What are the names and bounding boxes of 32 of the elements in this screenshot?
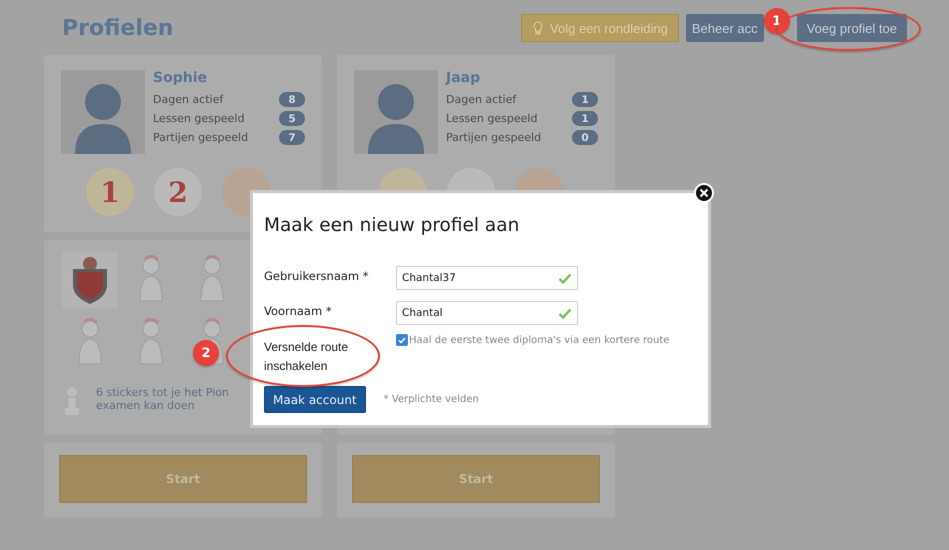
medal: 2 (154, 168, 202, 216)
checkbox-label: Haal de eerste twee diploma's via een kortere route (409, 334, 670, 346)
header-button[interactable]: Beheer acc (686, 14, 764, 42)
stat-label: Dagen actief (446, 93, 516, 106)
stat-label: Lessen gespeeld (446, 112, 538, 125)
start-button[interactable]: Start (352, 455, 600, 503)
required-note: * Verplichte velden (384, 394, 479, 405)
field-label: Gebruikersnaam * (264, 268, 370, 283)
stat-count: 5 (279, 111, 305, 126)
stat-count: 8 (279, 92, 305, 107)
create-account-button[interactable]: Maak account (264, 386, 366, 413)
dialog-title: Maak een nieuw profiel aan (264, 215, 520, 236)
stat-count: 1 (572, 111, 598, 126)
header-button[interactable]: Voeg profiel toe (796, 14, 907, 42)
stat-count: 7 (279, 130, 305, 145)
profile-name: Sophie (153, 70, 208, 86)
stat-count: 0 (572, 130, 598, 145)
page-title: Profielen (62, 16, 174, 40)
field-label: Voornaam * (264, 303, 333, 318)
profile-name: Jaap (446, 70, 482, 86)
option-label: Versnelde route inschakelen (264, 339, 350, 375)
stat-count: 1 (572, 92, 598, 107)
stat-label: Partijen gespeeld (153, 131, 248, 144)
stat-label: Partijen gespeeld (446, 131, 542, 144)
input-field[interactable]: Chantal37 (396, 266, 578, 290)
stat-label: Lessen gespeeld (153, 112, 244, 125)
sticker-progress-text: 6 stickers tot je het Pion examen kan doen (96, 386, 230, 412)
tour-button[interactable]: Volg een rondleiding (521, 14, 679, 42)
medal: 1 (86, 168, 134, 216)
stat-label: Dagen actief (153, 93, 224, 106)
start-button[interactable]: Start (59, 455, 307, 503)
input-field[interactable]: Chantal (396, 301, 578, 325)
